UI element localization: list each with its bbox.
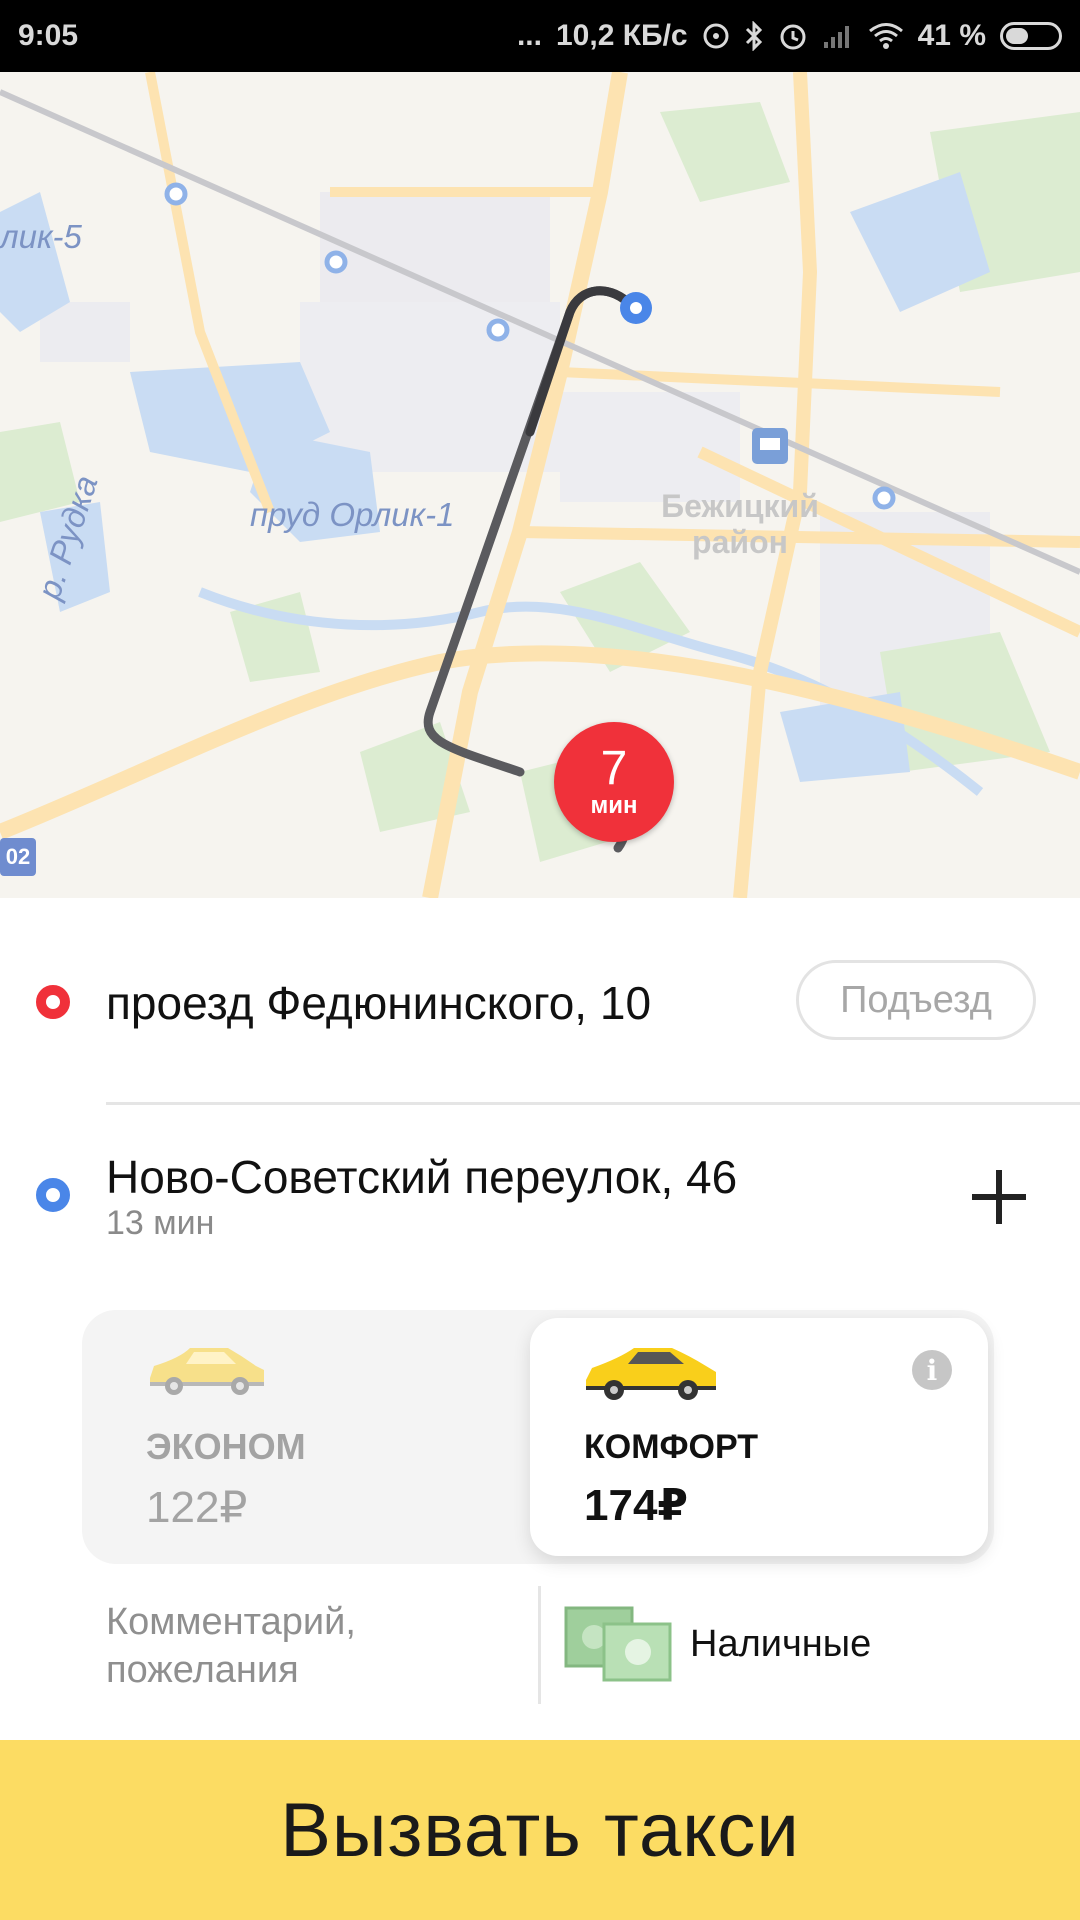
hotspot-icon xyxy=(702,22,730,50)
tariff-econom[interactable]: ЭКОНОМ 122₽ xyxy=(82,1310,538,1564)
destination-pin-icon xyxy=(36,1178,70,1212)
car-icon xyxy=(586,1348,716,1400)
map-canvas xyxy=(0,72,1080,898)
tariff-name: ЭКОНОМ xyxy=(146,1426,306,1467)
map-label-district: Бежицкий район xyxy=(661,488,819,560)
eta-badge: 7 мин xyxy=(554,722,674,842)
eta-value: 7 xyxy=(600,742,628,795)
network-speed: 10,2 КБ/с xyxy=(555,19,688,52)
cash-icon xyxy=(564,1606,672,1682)
map-label-orlik5: лик-5 xyxy=(0,218,82,255)
destination-time: 13 мин xyxy=(106,1204,215,1242)
tariff-price: 174₽ xyxy=(584,1481,689,1530)
tariff-name: КОМФОРТ xyxy=(584,1428,758,1466)
comment-field[interactable]: Комментарий, пожелания xyxy=(106,1598,506,1694)
add-stop-button[interactable] xyxy=(964,1162,1034,1232)
map[interactable]: лик-5 пруд Орлик-1 р. Рудка Бежицкий рай… xyxy=(0,72,1080,898)
destination-address[interactable]: Ново-Советский переулок, 46 xyxy=(106,1150,737,1204)
entrance-button[interactable]: Подъезд xyxy=(796,960,1036,1040)
call-taxi-button[interactable]: Вызвать такси xyxy=(0,1740,1080,1920)
status-bar: 9:05 ... 10,2 КБ/с 41 % xyxy=(0,0,1080,72)
status-dots: ... xyxy=(516,19,542,52)
road-number-shield: 02 xyxy=(0,838,36,876)
options-divider xyxy=(538,1586,541,1704)
tariff-price: 122₽ xyxy=(146,1483,248,1532)
eta-unit: мин xyxy=(590,792,638,819)
payment-method-label: Наличные xyxy=(690,1622,872,1665)
car-icon xyxy=(150,1348,264,1395)
tariff-comfort[interactable]: i КОМФОРТ 174₽ xyxy=(530,1318,988,1556)
bluetooth-icon xyxy=(744,21,764,51)
battery-icon xyxy=(1000,22,1062,50)
payment-method-button[interactable]: Наличные xyxy=(564,1606,871,1682)
battery-percent: 41 % xyxy=(917,19,986,52)
tariff-selector: ЭКОНОМ 122₽ i КОМФОРТ 174₽ xyxy=(82,1310,994,1564)
signal-icon xyxy=(822,22,854,50)
map-label-pond: пруд Орлик-1 xyxy=(250,496,455,533)
route-divider xyxy=(106,1102,1080,1105)
status-time: 9:05 xyxy=(18,19,79,52)
pickup-pin-icon xyxy=(36,985,70,1019)
alarm-icon xyxy=(778,21,808,51)
pickup-address[interactable]: проезд Федюнинского, 10 xyxy=(106,976,651,1030)
info-icon[interactable]: i xyxy=(912,1350,952,1390)
wifi-icon xyxy=(868,22,904,50)
